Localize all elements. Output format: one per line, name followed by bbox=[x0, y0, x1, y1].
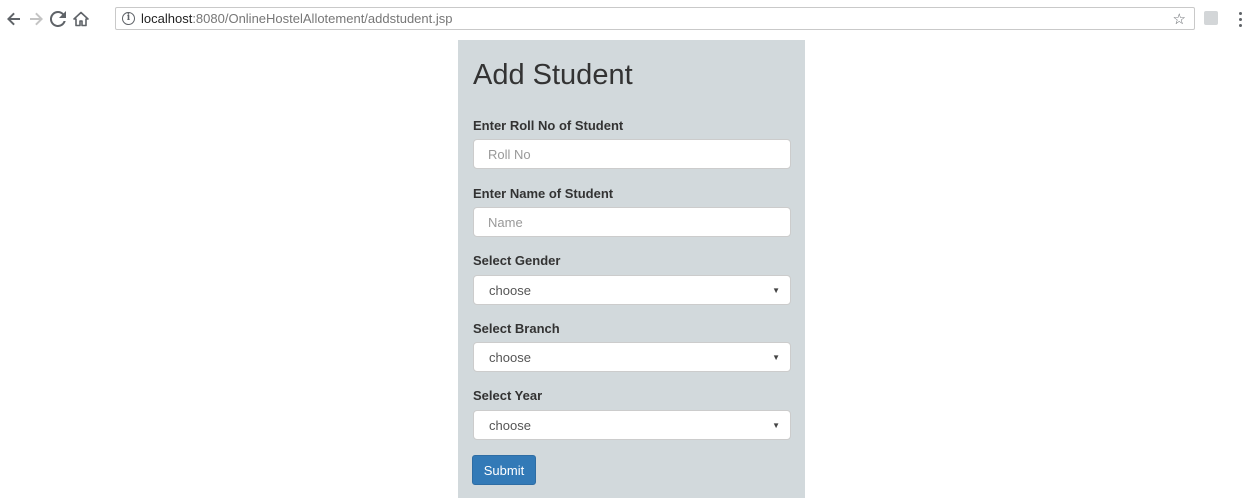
add-student-panel: Add Student Enter Roll No of Student Ent… bbox=[458, 40, 805, 498]
gender-label: Select Gender bbox=[473, 253, 561, 268]
url-path: :8080/OnlineHostelAllotement/addstudent.… bbox=[192, 11, 453, 26]
info-icon[interactable]: i bbox=[122, 12, 135, 25]
name-label: Enter Name of Student bbox=[473, 186, 614, 201]
extension-icon[interactable] bbox=[1204, 11, 1218, 25]
browser-toolbar: i localhost:8080/OnlineHostelAllotement/… bbox=[0, 0, 1255, 38]
submit-button[interactable]: Submit bbox=[472, 455, 536, 485]
forward-arrow-icon[interactable] bbox=[26, 9, 46, 29]
address-bar[interactable]: i localhost:8080/OnlineHostelAllotement/… bbox=[115, 7, 1195, 30]
page-title: Add Student bbox=[473, 59, 633, 91]
url-text: localhost:8080/OnlineHostelAllotement/ad… bbox=[141, 11, 452, 26]
roll-no-input[interactable] bbox=[473, 139, 791, 169]
back-arrow-icon[interactable] bbox=[4, 9, 24, 29]
home-icon[interactable] bbox=[71, 9, 91, 29]
chevron-down-icon: ▼ bbox=[772, 421, 780, 430]
menu-dots-icon[interactable] bbox=[1232, 10, 1248, 28]
gender-select[interactable]: choose ▼ bbox=[473, 275, 791, 305]
reload-icon[interactable] bbox=[48, 9, 68, 29]
branch-label: Select Branch bbox=[473, 321, 560, 336]
chevron-down-icon: ▼ bbox=[772, 286, 780, 295]
star-icon[interactable]: ☆ bbox=[1173, 10, 1186, 28]
branch-select[interactable]: choose ▼ bbox=[473, 342, 791, 372]
roll-no-label: Enter Roll No of Student bbox=[473, 118, 624, 133]
chevron-down-icon: ▼ bbox=[772, 353, 780, 362]
gender-select-value: choose bbox=[489, 282, 531, 298]
year-select-value: choose bbox=[489, 417, 531, 433]
url-host: localhost bbox=[141, 11, 193, 26]
branch-select-value: choose bbox=[489, 349, 531, 365]
year-select[interactable]: choose ▼ bbox=[473, 410, 791, 440]
name-input[interactable] bbox=[473, 207, 791, 237]
year-label: Select Year bbox=[473, 388, 543, 403]
